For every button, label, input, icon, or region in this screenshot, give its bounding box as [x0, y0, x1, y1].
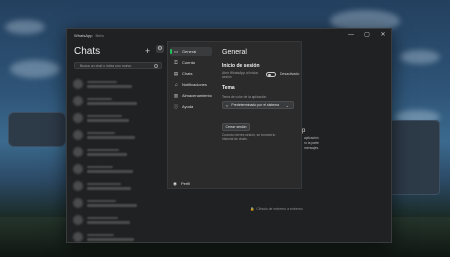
theme-dropdown[interactable]: ◐ Predeterminado por el sistema ⌄ [222, 101, 294, 109]
nav-label: Ayuda [182, 104, 194, 109]
key-icon: ⚿ [174, 60, 178, 65]
title-bar: WhatsApp Beta — ▢ ✕ [67, 29, 391, 41]
background-panel-text: aplicación [304, 136, 319, 140]
chat-list-item[interactable] [73, 162, 161, 176]
background-panel-glyph: p [302, 128, 306, 134]
avatar [73, 96, 83, 106]
storage-icon: ▥ [173, 92, 179, 98]
theme-section-title: Tema [222, 85, 235, 91]
theme-icon: ◐ [226, 102, 229, 108]
chat-list-item[interactable] [73, 128, 161, 142]
general-settings-content: General Inicio de sesión Abrir WhatsApp … [218, 42, 301, 188]
chats-title: Chats [74, 46, 101, 57]
settings-nav: ▭ General ⚿ Cuenta ▤ Chats ♫ Notificacio… [168, 42, 214, 188]
login-description: Abrir WhatsApp al iniciar sesión [222, 71, 259, 80]
chats-pane: Chats + Busca un chat o inicia uno nuevo [67, 41, 167, 243]
new-chat-icon[interactable]: + [145, 47, 150, 56]
search-icon [154, 64, 158, 68]
avatar [73, 164, 83, 174]
avatar [73, 79, 83, 89]
chat-list-item[interactable] [73, 179, 161, 193]
toggle-state-label: Desactivado [280, 72, 300, 76]
close-button[interactable]: ✕ [379, 31, 387, 39]
logout-button[interactable]: Cerrar sesión [222, 123, 250, 131]
minimize-button[interactable]: — [347, 31, 355, 39]
chat-list-item[interactable] [73, 196, 161, 210]
bell-icon: ♫ [174, 82, 178, 87]
avatar [73, 198, 83, 208]
active-indicator [170, 49, 172, 54]
chat-list-item[interactable] [73, 213, 161, 227]
search-input[interactable]: Busca un chat o inicia uno nuevo [74, 62, 162, 69]
maximize-button[interactable]: ▢ [363, 31, 371, 39]
nav-label: Chats [182, 71, 193, 76]
avatar [73, 215, 83, 225]
nav-label: Perfil [181, 181, 191, 186]
chat-list-item[interactable] [73, 94, 161, 108]
chevron-down-icon: ⌄ [285, 102, 289, 108]
encryption-notice: 🔒 Cifrado de extremo a extremo [250, 207, 303, 211]
lock-icon: 🔒 [250, 207, 255, 211]
nav-item-notificaciones[interactable]: ♫ Notificaciones [170, 80, 212, 89]
nav-item-chats[interactable]: ▤ Chats [170, 69, 212, 78]
logout-description: Cuando cierres sesión, se borrará tu his… [222, 133, 276, 142]
chat-list-item[interactable] [73, 145, 161, 159]
avatar [73, 147, 83, 157]
login-section-title: Inicio de sesión [222, 63, 260, 69]
whatsapp-window: WhatsApp Beta — ▢ ✕ Chats + Busca un cha… [66, 28, 392, 243]
nav-item-general[interactable]: ▭ General [170, 47, 212, 56]
nav-label: General [182, 49, 197, 54]
theme-description: Tema de color de la aplicación [222, 95, 267, 99]
nav-label: Cuenta [182, 60, 195, 65]
encryption-label: Cifrado de extremo a extremo [256, 207, 303, 211]
nav-label: Notificaciones [182, 82, 207, 87]
nav-item-almacenamiento[interactable]: ▥ Almacenamiento [170, 91, 212, 100]
avatar [73, 232, 83, 242]
nav-item-cuenta[interactable]: ⚿ Cuenta [170, 58, 212, 67]
info-icon: ⓘ [173, 103, 179, 109]
theme-value: Predeterminado por el sistema [231, 103, 280, 107]
avatar [73, 113, 83, 123]
monitor-icon: ▭ [173, 48, 179, 54]
search-placeholder: Busca un chat o inicia uno nuevo [80, 63, 132, 68]
settings-gear-icon[interactable]: ⚙ [156, 45, 164, 53]
avatar [73, 130, 83, 140]
avatar [73, 181, 83, 191]
app-title: WhatsApp [74, 32, 93, 38]
background-panel-text: mensajes. [304, 146, 320, 150]
chat-icon: ▤ [173, 70, 179, 76]
chat-list-item[interactable] [73, 111, 161, 125]
nav-item-perfil[interactable]: ◉ Perfil [169, 179, 209, 188]
login-toggle[interactable] [266, 72, 276, 77]
page-title: General [222, 49, 247, 56]
chat-list-item[interactable] [73, 230, 161, 244]
nav-item-ayuda[interactable]: ⓘ Ayuda [170, 102, 212, 111]
nav-label: Almacenamiento [182, 93, 212, 98]
profile-icon: ◉ [173, 180, 177, 186]
settings-panel: ▭ General ⚿ Cuenta ▤ Chats ♫ Notificacio… [167, 41, 302, 189]
chat-list-item[interactable] [73, 77, 161, 91]
app-beta-label: Beta [95, 32, 104, 38]
background-panel-text: ro la parte [304, 141, 319, 145]
